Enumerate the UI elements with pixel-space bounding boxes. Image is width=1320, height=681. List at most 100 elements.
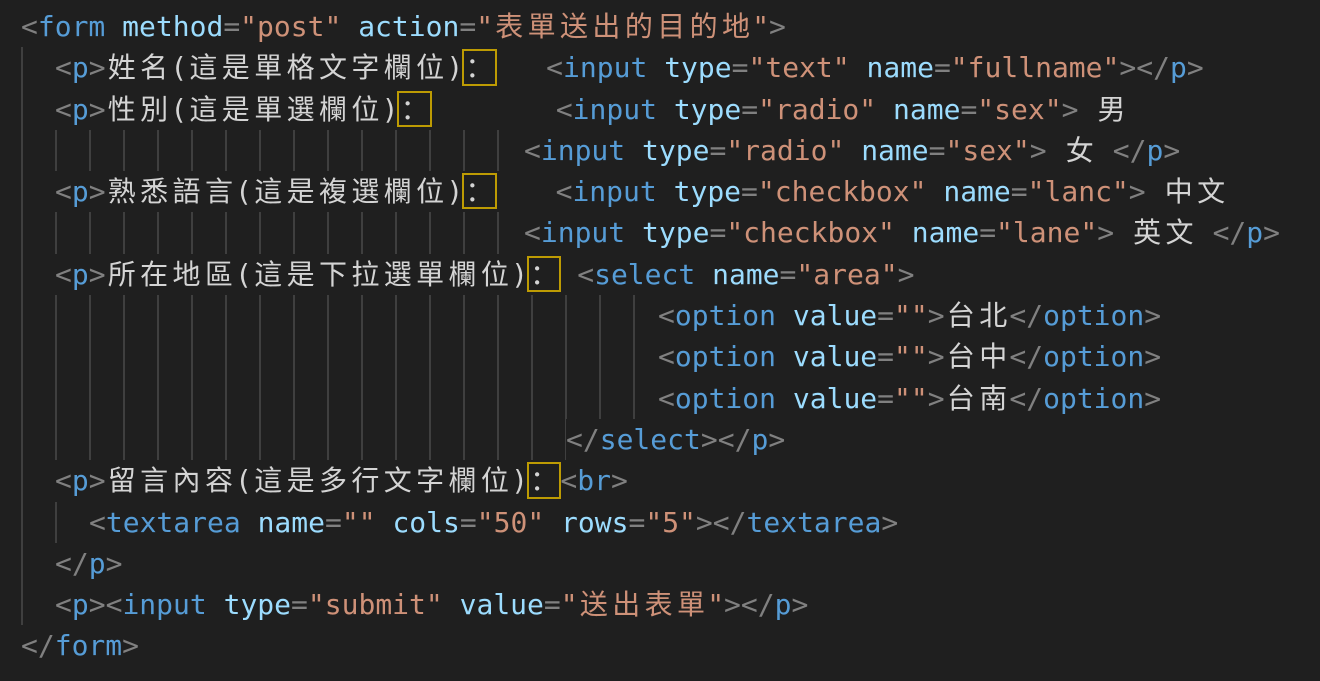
code-line-4[interactable]: <input type="radio" name="sex"> 女 </p> — [21, 130, 1320, 171]
code-token: = — [544, 588, 561, 621]
code-token: 男 — [1078, 93, 1127, 126]
code-line-7[interactable]: <p>所在地區(這是下拉選單欄位)： <select name="area"> — [21, 254, 1320, 295]
code-token: textarea — [106, 506, 241, 539]
code-token: > — [1144, 382, 1161, 415]
code-token: "checkbox" — [726, 216, 895, 249]
code-token: </ — [1009, 340, 1043, 373]
cjk-char: 的 — [687, 6, 719, 47]
code-line-10[interactable]: <option value="">台南</option> — [21, 378, 1320, 419]
code-token — [850, 51, 867, 84]
code-token: > — [1062, 93, 1079, 126]
code-token: type — [224, 588, 291, 621]
code-token: = — [459, 10, 476, 43]
code-token: = — [460, 506, 477, 539]
code-token: name — [861, 134, 928, 167]
cjk-char: 文 — [1163, 212, 1195, 253]
code-token: "lanc" — [1028, 175, 1129, 208]
code-token: 中文 — [1146, 175, 1228, 208]
cjk-char: 性 — [106, 89, 138, 130]
code-token: "checkbox" — [758, 175, 927, 208]
code-token: name — [712, 258, 779, 291]
cjk-char: 是 — [284, 171, 316, 212]
code-token — [341, 10, 358, 43]
code-token: > — [1163, 134, 1180, 167]
cjk-char: 這 — [252, 171, 284, 212]
code-token: ></ — [696, 506, 747, 539]
code-token: = — [709, 134, 726, 167]
cjk-char: 位 — [479, 254, 511, 295]
cjk-char: 單 — [675, 584, 707, 625]
code-token: < — [89, 506, 106, 539]
code-token: input — [573, 93, 657, 126]
cjk-char: 文 — [382, 460, 414, 501]
code-line-6[interactable]: <input type="checkbox" name="lane"> 英文 <… — [21, 212, 1320, 253]
code-token: </ — [1009, 299, 1043, 332]
code-line-13[interactable]: <textarea name="" cols="50" rows="5"></t… — [21, 502, 1320, 543]
code-line-5[interactable]: <p>熟悉語言(這是複選欄位)：<input type="checkbox" n… — [21, 171, 1320, 212]
code-token: form — [38, 10, 105, 43]
code-token — [776, 299, 793, 332]
code-token — [625, 134, 642, 167]
cjk-char: 台 — [945, 378, 977, 419]
code-token: p — [72, 175, 89, 208]
code-token: < — [55, 588, 72, 621]
code-line-1[interactable]: <form method="post" action="表單送出的目的地"> — [21, 6, 1320, 47]
code-token: = — [934, 51, 951, 84]
code-token: = — [979, 216, 996, 249]
code-token: 性別(這是單選欄位) — [106, 93, 399, 126]
code-token — [895, 216, 912, 249]
code-token: 姓名(這是單格文字欄位) — [106, 51, 464, 84]
indent-guides — [21, 584, 55, 625]
cjk-char: 容 — [203, 460, 235, 501]
code-editor[interactable]: <form method="post" action="表單送出的目的地"><p… — [0, 0, 1320, 681]
code-token — [657, 175, 674, 208]
indent-guides — [21, 460, 55, 501]
code-token: type — [674, 93, 741, 126]
code-token: type — [664, 51, 731, 84]
cjk-char: 英 — [1131, 212, 1163, 253]
cjk-char: 這 — [252, 254, 284, 295]
cjk-char: 南 — [977, 378, 1009, 419]
cjk-char: 這 — [187, 89, 219, 130]
cjk-char: 留 — [106, 460, 138, 501]
code-line-16[interactable]: </form> — [21, 625, 1320, 666]
code-line-11[interactable]: </select></p> — [21, 419, 1320, 460]
code-token — [926, 175, 943, 208]
code-token: name — [893, 93, 960, 126]
cjk-char: 多 — [317, 460, 349, 501]
cjk-char: 所 — [106, 254, 138, 295]
unicode-highlight-box: ： — [528, 254, 560, 295]
code-token — [776, 340, 793, 373]
code-line-9[interactable]: <option value="">台中</option> — [21, 336, 1320, 377]
code-token: cols — [392, 506, 459, 539]
cjk-char: 台 — [945, 336, 977, 377]
code-token: > — [89, 51, 106, 84]
code-line-14[interactable]: </p> — [21, 543, 1320, 584]
cjk-char: 目 — [655, 6, 687, 47]
code-token: > — [769, 10, 786, 43]
cjk-char: 表 — [493, 6, 525, 47]
code-token: input — [541, 216, 625, 249]
unicode-highlight-box: ： — [398, 89, 430, 130]
cjk-char: 言 — [203, 171, 235, 212]
code-token: </ — [1009, 382, 1043, 415]
code-token: value — [793, 299, 877, 332]
code-token: type — [642, 216, 709, 249]
code-token — [657, 93, 674, 126]
code-token: > — [611, 464, 628, 497]
code-token: < — [55, 175, 72, 208]
cjk-char: ： — [528, 254, 560, 295]
code-line-8[interactable]: <option value="">台北</option> — [21, 295, 1320, 336]
code-token — [496, 51, 547, 84]
code-token: = — [223, 10, 240, 43]
code-line-3[interactable]: <p>性別(這是單選欄位)：<input type="radio" name="… — [21, 89, 1320, 130]
code-line-12[interactable]: <p>留言內容(這是多行文字欄位)：<br> — [21, 460, 1320, 501]
code-token: 台南 — [945, 382, 1010, 415]
cjk-char: ： — [528, 460, 560, 501]
cjk-char: 位 — [349, 89, 381, 130]
code-token: = — [1011, 175, 1028, 208]
code-line-2[interactable]: <p>姓名(這是單格文字欄位)： <input type="text" name… — [21, 47, 1320, 88]
code-token: name — [943, 175, 1010, 208]
code-line-15[interactable]: <p><input type="submit" value="送出表單"></p… — [21, 584, 1320, 625]
code-token — [560, 258, 577, 291]
